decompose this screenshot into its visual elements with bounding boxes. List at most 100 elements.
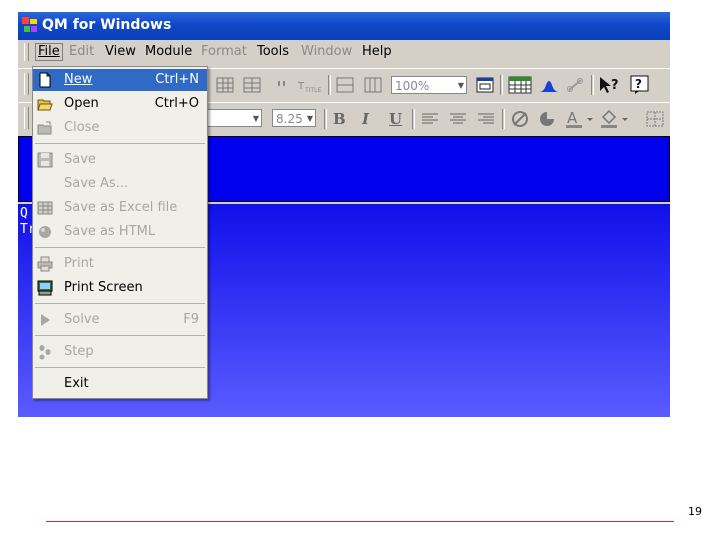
italic-button[interactable]: I — [362, 110, 369, 128]
solve-play-icon — [41, 314, 50, 326]
insert-columns-icon[interactable] — [243, 77, 261, 93]
toolbar-separator — [591, 75, 594, 95]
file-menu-item-save-excel[interactable]: Save as Excel file — [33, 197, 207, 219]
align-center-icon[interactable] — [449, 112, 467, 126]
normal-distribution-icon[interactable] — [538, 77, 560, 93]
zero-format-icon[interactable] — [511, 110, 529, 128]
insert-row-icon[interactable] — [336, 77, 354, 93]
insert-rows-icon[interactable] — [216, 77, 234, 93]
toolbar-separator — [412, 109, 415, 129]
underline-button[interactable]: U — [389, 110, 402, 128]
toolbar-separator — [502, 109, 505, 129]
insert-column-icon[interactable] — [364, 77, 382, 93]
align-left-icon[interactable] — [421, 112, 439, 126]
window-title: QM for Windows — [42, 17, 172, 33]
menu-item-label: Save — [64, 152, 96, 167]
menu-separator — [35, 247, 205, 248]
file-menu-dropdown: New Ctrl+N Open Ctrl+O Close Save Save A… — [32, 66, 208, 399]
calculator-window-icon[interactable] — [476, 77, 494, 93]
menu-edit[interactable]: Edit — [69, 44, 94, 60]
qm-app-screenshot: QM for Windows File Edit View Module For… — [18, 12, 670, 417]
menu-item-label: Solve — [64, 312, 100, 327]
file-menu-item-save-as[interactable]: Save As... — [33, 173, 207, 195]
bold-button[interactable]: B — [333, 110, 346, 128]
menu-item-label: Step — [64, 344, 94, 359]
svg-text:A: A — [567, 109, 578, 127]
menu-format[interactable]: Format — [201, 44, 247, 60]
chevron-down-icon: ▼ — [306, 114, 313, 123]
menu-window[interactable]: Window — [301, 44, 352, 60]
menu-item-label: Print Screen — [64, 280, 143, 295]
font-size-value: 8.25 — [276, 112, 303, 126]
zoom-value: 100% — [395, 79, 430, 93]
file-menu-item-save-html[interactable]: Save as HTML — [33, 221, 207, 243]
menu-separator — [35, 303, 205, 304]
title-icon[interactable]: T TITLE — [298, 75, 324, 95]
close-folder-icon — [37, 121, 52, 135]
toolbar-separator — [328, 75, 331, 95]
color-scheme-icon[interactable] — [538, 110, 556, 128]
file-menu-item-print-screen[interactable]: Print Screen — [33, 277, 207, 299]
menu-tools[interactable]: Tools — [257, 44, 289, 60]
title-bar: QM for Windows — [18, 12, 670, 40]
menu-item-label: Exit — [64, 376, 89, 391]
step-footprints-icon — [39, 345, 51, 360]
font-name-combo[interactable]: ▼ — [200, 109, 262, 127]
menu-item-shortcut: Ctrl+N — [155, 72, 199, 87]
align-right-icon[interactable] — [477, 112, 495, 126]
menu-separator — [35, 335, 205, 336]
toolbar-grip[interactable] — [24, 73, 29, 95]
svg-text:?: ? — [611, 78, 619, 93]
chevron-down-icon: ▼ — [457, 81, 464, 90]
file-menu-item-exit[interactable]: Exit — [33, 373, 207, 395]
menu-module[interactable]: Module — [145, 44, 192, 60]
menu-item-label: Save as Excel file — [64, 200, 178, 215]
menu-separator — [35, 367, 205, 368]
menubar-grip[interactable] — [24, 43, 29, 61]
menu-item-label: Save as HTML — [64, 224, 156, 239]
html-globe-icon — [39, 226, 51, 238]
svg-text:T: T — [298, 81, 305, 92]
menu-help[interactable]: Help — [362, 44, 392, 60]
file-menu-item-new[interactable]: New Ctrl+N — [33, 69, 207, 91]
workspace-text-line-1: Q — [20, 206, 28, 221]
menu-bar: File Edit View Module Format Tools Windo… — [18, 40, 670, 64]
slide-page-number: 19 — [688, 505, 702, 518]
file-menu-item-step[interactable]: Step — [33, 341, 207, 363]
fill-color-icon[interactable] — [600, 108, 630, 130]
toolbar-grip[interactable] — [24, 107, 29, 129]
printer-icon — [37, 256, 53, 272]
toolbar-separator — [324, 109, 327, 129]
menu-item-label: Save As... — [64, 176, 129, 191]
borders-icon[interactable] — [646, 111, 664, 127]
file-menu-item-save[interactable]: Save — [33, 149, 207, 171]
qm-app-icon — [22, 17, 37, 32]
font-color-icon[interactable]: A — [565, 108, 595, 130]
file-menu-item-close[interactable]: Close — [33, 117, 207, 139]
excel-grid-icon — [37, 201, 53, 215]
svg-text:?: ? — [635, 77, 642, 91]
svg-text:TITLE: TITLE — [304, 87, 321, 94]
open-folder-icon — [37, 99, 53, 111]
new-document-icon — [39, 72, 51, 88]
link-icon[interactable] — [566, 77, 584, 93]
file-menu-item-solve[interactable]: Solve F9 — [33, 309, 207, 331]
menu-file[interactable]: File — [35, 43, 63, 61]
menu-view[interactable]: View — [105, 44, 136, 60]
file-menu-item-print[interactable]: Print — [33, 253, 207, 275]
chevron-down-icon: ▼ — [252, 114, 259, 123]
file-menu-item-open[interactable]: Open Ctrl+O — [33, 93, 207, 115]
quote-icon[interactable] — [276, 79, 288, 91]
menu-item-label: Print — [64, 256, 94, 271]
menu-item-label: Open — [64, 96, 99, 111]
menu-item-label: Close — [64, 120, 100, 135]
help-bubble-icon[interactable]: ? — [630, 75, 650, 95]
spreadsheet-green-icon[interactable] — [508, 75, 532, 95]
save-disk-icon — [37, 152, 53, 168]
font-size-combo[interactable]: 8.25 ▼ — [272, 109, 316, 127]
zoom-combo[interactable]: 100% ▼ — [391, 76, 467, 94]
toolbar-separator — [500, 75, 503, 95]
footer-rule — [46, 521, 674, 522]
menu-item-label: New — [64, 72, 93, 87]
context-help-icon[interactable]: ? — [598, 75, 622, 95]
